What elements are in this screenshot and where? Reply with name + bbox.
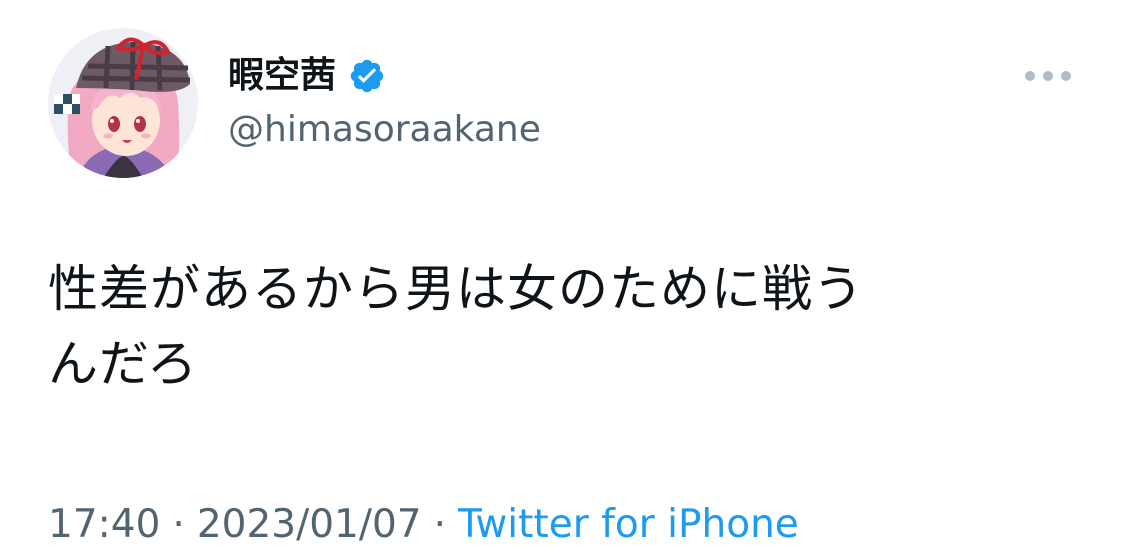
user-handle[interactable]: @himasoraakane <box>228 106 541 154</box>
more-options-button[interactable] <box>1018 56 1078 96</box>
tweet-date[interactable]: 2023/01/07 <box>197 500 422 550</box>
avatar-image <box>48 28 198 178</box>
tweet-meta: 17:40 · 2023/01/07 · Twitter for iPhone <box>48 500 799 550</box>
tweet-time[interactable]: 17:40 <box>48 500 160 550</box>
separator: · <box>433 502 447 547</box>
display-name[interactable]: 暇空茜 <box>228 52 336 100</box>
avatar[interactable] <box>48 28 198 178</box>
verified-badge-icon <box>348 57 386 95</box>
author-name-row: 暇空茜 <box>228 52 386 100</box>
more-dots-icon <box>1025 71 1071 81</box>
tweet-text: 性差があるから男は女のために戦う んだろ <box>48 260 864 393</box>
source-link[interactable]: Twitter for iPhone <box>458 500 799 550</box>
separator: · <box>172 502 185 547</box>
tweet: 暇空茜 @himasoraakane 性差があるから男は女のために戦う んだろ … <box>0 0 1124 555</box>
